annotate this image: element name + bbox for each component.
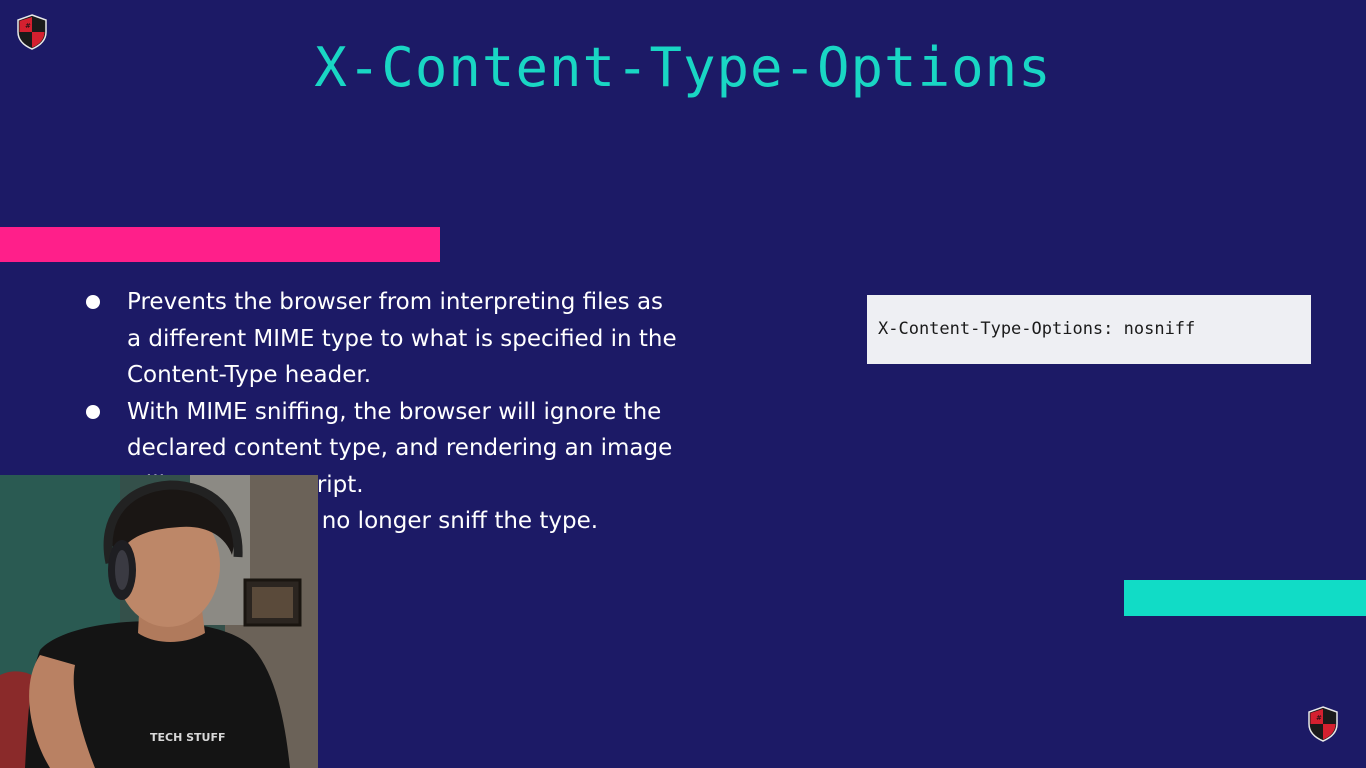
code-snippet: X-Content-Type-Options: nosniff — [878, 319, 1196, 339]
bullet-dot-icon — [86, 295, 100, 309]
shirt-text: TECH STUFF — [150, 731, 226, 744]
shield-logo-icon: # ? — [1308, 706, 1338, 742]
svg-text:#: # — [25, 22, 31, 30]
slide: # ? X-Content-Type-Options Prevents the … — [0, 0, 1366, 768]
webcam-overlay: TECH STUFF — [0, 475, 318, 768]
presenter-video: TECH STUFF — [0, 475, 318, 768]
bullet-text: Prevents the browser from interpreting f… — [127, 289, 677, 388]
svg-text:?: ? — [1327, 728, 1331, 736]
slide-title: X-Content-Type-Options — [314, 36, 1052, 99]
bullet-dot-icon — [86, 404, 100, 419]
bullet-item: Prevents the browser from interpreting f… — [82, 284, 682, 394]
code-snippet-box: X-Content-Type-Options: nosniff — [867, 295, 1311, 364]
teal-accent-bar — [1124, 580, 1366, 616]
pink-accent-bar — [0, 227, 440, 262]
svg-text:#: # — [1316, 714, 1322, 722]
